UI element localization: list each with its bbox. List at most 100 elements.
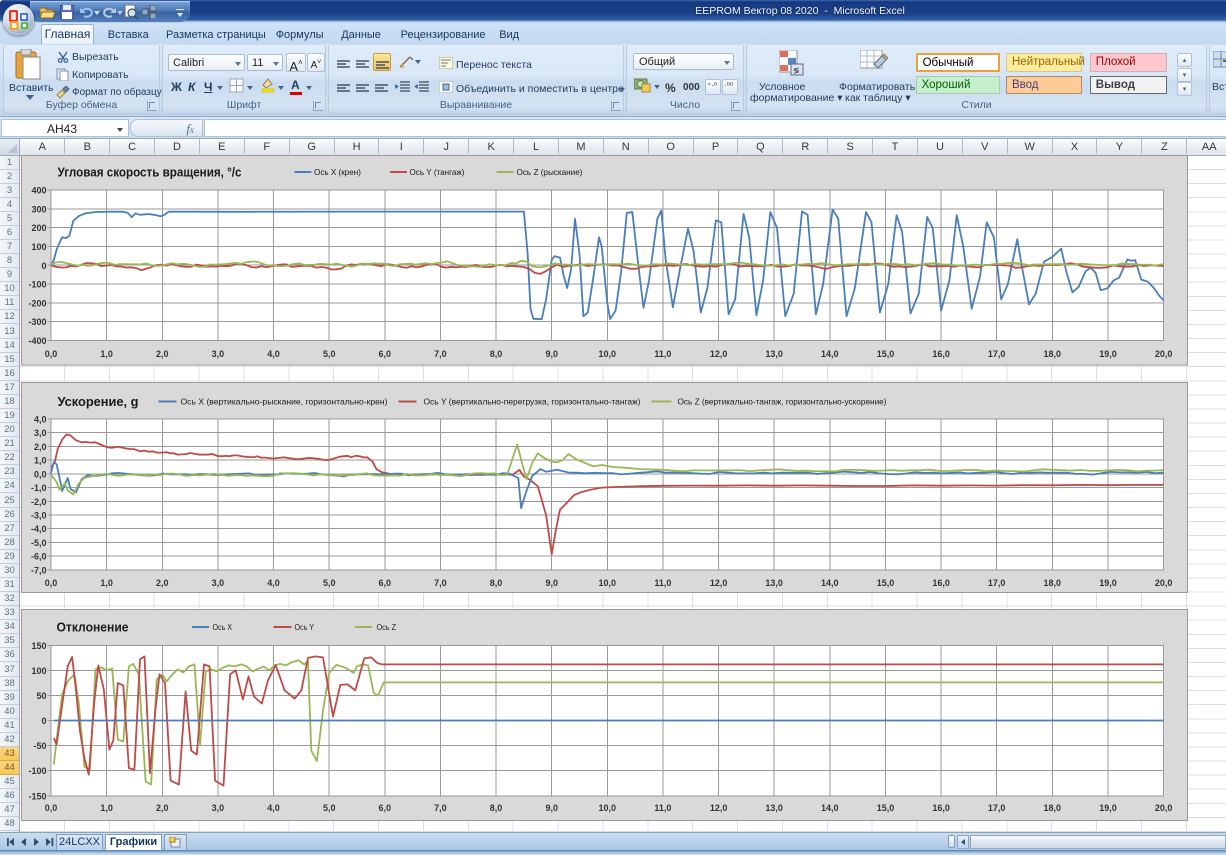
svg-text:-200: -200: [28, 298, 46, 308]
svg-text:2,0: 2,0: [156, 578, 169, 588]
svg-text:4,0: 4,0: [267, 349, 280, 359]
svg-text:13,0: 13,0: [765, 803, 783, 813]
svg-text:4,0: 4,0: [267, 578, 280, 588]
svg-text:Ускорение, g: Ускорение, g: [57, 394, 138, 409]
svg-text:100: 100: [31, 666, 46, 676]
svg-text:0,0: 0,0: [44, 803, 57, 813]
svg-text:18,0: 18,0: [1043, 349, 1061, 359]
svg-text:-4,0: -4,0: [30, 524, 46, 534]
svg-text:≶: ≶: [793, 66, 800, 75]
svg-text:19,0: 19,0: [1099, 803, 1117, 813]
svg-text:15,0: 15,0: [876, 578, 894, 588]
svg-text:11,0: 11,0: [654, 349, 671, 359]
svg-text:14,0: 14,0: [821, 578, 839, 588]
svg-text:Ось X: Ось X: [212, 622, 232, 632]
svg-text:14,0: 14,0: [821, 349, 839, 359]
svg-text:-300: -300: [28, 317, 46, 327]
svg-text:20,0: 20,0: [1154, 803, 1172, 813]
svg-text:1,0: 1,0: [100, 578, 113, 588]
svg-text:-3,0: -3,0: [30, 510, 46, 520]
svg-text:8,0: 8,0: [489, 803, 502, 813]
svg-text:0,0: 0,0: [33, 469, 46, 479]
svg-text:20,0: 20,0: [1154, 349, 1172, 359]
svg-text:18,0: 18,0: [1043, 803, 1061, 813]
svg-text:6,0: 6,0: [378, 578, 391, 588]
svg-text:Ось Y: Ось Y: [294, 622, 314, 632]
svg-text:16,0: 16,0: [932, 803, 950, 813]
svg-text:17,0: 17,0: [987, 803, 1005, 813]
svg-text:16,0: 16,0: [932, 349, 950, 359]
svg-text:15,0: 15,0: [876, 349, 894, 359]
svg-text:-400: -400: [28, 336, 46, 346]
svg-text:17,0: 17,0: [987, 578, 1005, 588]
svg-text:Ось Y (тангаж): Ось Y (тангаж): [409, 167, 464, 177]
svg-text:0: 0: [41, 716, 46, 726]
svg-text:2,0: 2,0: [156, 803, 169, 813]
svg-text:4,0: 4,0: [33, 414, 46, 424]
svg-text:4,0: 4,0: [267, 803, 280, 813]
svg-text:7,0: 7,0: [434, 349, 447, 359]
svg-text:-100: -100: [28, 766, 46, 776]
svg-text:6,0: 6,0: [378, 803, 391, 813]
svg-text:-150: -150: [28, 791, 46, 801]
svg-text:7,0: 7,0: [434, 803, 447, 813]
svg-text:1,0: 1,0: [100, 803, 113, 813]
svg-text:150: 150: [31, 641, 46, 651]
svg-text:300: 300: [31, 204, 46, 214]
svg-text:10,0: 10,0: [598, 578, 616, 588]
svg-text:5,0: 5,0: [322, 578, 335, 588]
svg-text:18,0: 18,0: [1043, 578, 1061, 588]
svg-text:Ось Z (вертикально-тангаж, го: Ось Z (вертикально-тангаж, горизонтально…: [677, 396, 886, 406]
svg-text:400: 400: [31, 186, 46, 196]
svg-text:Ось Y (вертикально-перегрузка,: Ось Y (вертикально-перегрузка, горизонта…: [423, 396, 640, 406]
svg-text:Отклонение: Отклонение: [56, 619, 128, 634]
svg-text:2,0: 2,0: [33, 441, 46, 451]
svg-text:3,0: 3,0: [211, 578, 224, 588]
svg-text:3,0: 3,0: [211, 803, 224, 813]
svg-text:15,0: 15,0: [876, 803, 894, 813]
svg-text:-50: -50: [33, 741, 46, 751]
svg-text:Ось X (крен): Ось X (крен): [314, 167, 361, 177]
svg-text:13,0: 13,0: [765, 578, 783, 588]
svg-text:8,0: 8,0: [489, 349, 502, 359]
svg-text:200: 200: [31, 223, 46, 233]
svg-text:1,0: 1,0: [33, 455, 46, 465]
svg-text:19,0: 19,0: [1099, 578, 1117, 588]
svg-text:19,0: 19,0: [1099, 349, 1117, 359]
svg-text:2,0: 2,0: [156, 349, 169, 359]
svg-text:10,0: 10,0: [598, 803, 616, 813]
svg-text:-7,0: -7,0: [30, 565, 46, 575]
svg-text:9,0: 9,0: [545, 578, 558, 588]
svg-text:50: 50: [36, 691, 46, 701]
svg-text:12,0: 12,0: [709, 803, 727, 813]
svg-text:3,0: 3,0: [211, 349, 224, 359]
svg-text:8,0: 8,0: [489, 578, 502, 588]
svg-text:13,0: 13,0: [765, 349, 783, 359]
svg-text:-5,0: -5,0: [30, 538, 46, 548]
svg-text:-6,0: -6,0: [30, 551, 46, 561]
svg-text:1,0: 1,0: [100, 349, 113, 359]
svg-text:20,0: 20,0: [1154, 578, 1172, 588]
svg-text:16,0: 16,0: [932, 578, 950, 588]
svg-text:0,0: 0,0: [44, 349, 57, 359]
svg-text:7,0: 7,0: [434, 578, 447, 588]
svg-text:5,0: 5,0: [322, 349, 335, 359]
svg-text:10,0: 10,0: [598, 349, 616, 359]
svg-text:Угловая скорость вращения, °/с: Угловая скорость вращения, °/с: [57, 165, 241, 180]
svg-text:0,0: 0,0: [44, 578, 57, 588]
svg-text:-1,0: -1,0: [30, 483, 46, 493]
svg-text:11,0: 11,0: [654, 803, 671, 813]
svg-text:17,0: 17,0: [987, 349, 1005, 359]
svg-text:12,0: 12,0: [709, 349, 727, 359]
svg-text:11,0: 11,0: [654, 578, 671, 588]
svg-text:Ось X (вертикально-рыскание,: Ось X (вертикально-рыскание, горизонталь…: [180, 396, 387, 406]
svg-text:Ось Z: Ось Z: [376, 622, 396, 632]
svg-text:9,0: 9,0: [545, 803, 558, 813]
svg-text:5,0: 5,0: [322, 803, 335, 813]
svg-text:Ось Z (рыскание): Ось Z (рыскание): [516, 167, 582, 177]
svg-text:-2,0: -2,0: [30, 496, 46, 506]
svg-text:100: 100: [31, 242, 46, 252]
svg-text:14,0: 14,0: [821, 803, 839, 813]
svg-text:6,0: 6,0: [378, 349, 391, 359]
svg-text:-100: -100: [28, 280, 46, 290]
